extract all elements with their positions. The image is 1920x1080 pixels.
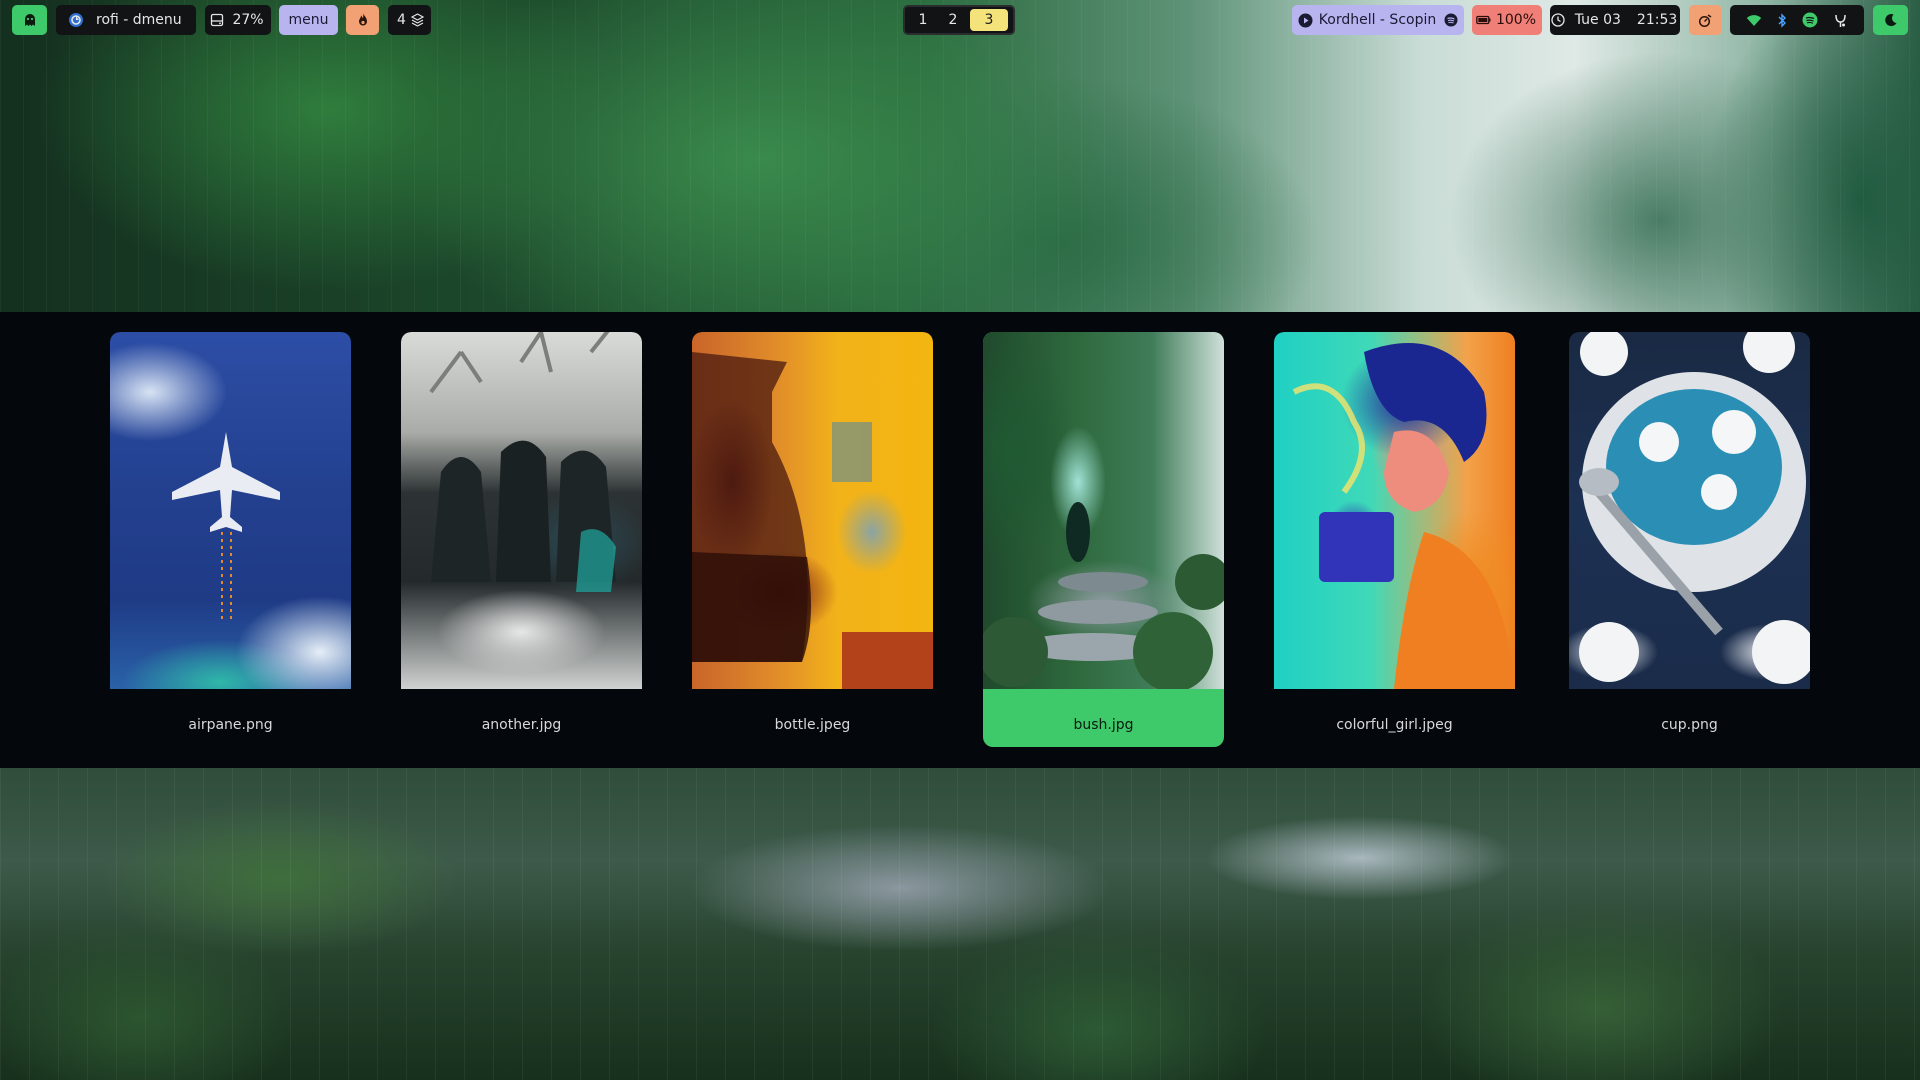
spotify-icon — [1444, 13, 1458, 27]
wallpaper-bottom — [0, 768, 1920, 1080]
pomodoro-button[interactable] — [346, 5, 379, 35]
workspace-3[interactable]: 3 — [970, 9, 1008, 31]
flame-icon — [356, 12, 370, 28]
wallpaper-filename: airpane.png — [188, 717, 273, 733]
desktop: rofi - dmenu 27% menu 4 1 2 3 Kordhell -… — [0, 0, 1920, 1080]
wallpaper-filename: bush.jpg — [1073, 717, 1134, 733]
disk-usage: 27% — [232, 12, 264, 28]
workspace-1[interactable]: 1 — [910, 9, 936, 31]
battery-level: 100% — [1495, 12, 1537, 28]
window-title: rofi - dmenu — [96, 12, 182, 28]
wifi-icon[interactable] — [1746, 14, 1762, 27]
date-text: Tue 03 — [1574, 12, 1621, 28]
battery-module[interactable]: 100% — [1472, 5, 1542, 35]
clock-module[interactable]: Tue 03 21:53 — [1550, 5, 1680, 35]
rofi-wallpaper-picker: airpane.png another.jpg bottle.jpeg bush… — [0, 312, 1920, 768]
bluetooth-icon[interactable] — [1777, 12, 1787, 28]
wallpaper-item[interactable]: bottle.jpeg — [692, 332, 933, 747]
layers-count: 4 — [397, 12, 406, 28]
app-icon — [68, 12, 84, 28]
wallpaper-thumbnail — [983, 332, 1224, 689]
wallpaper-item[interactable]: cup.png — [1569, 332, 1810, 747]
wallpaper-filename: another.jpg — [481, 717, 562, 733]
layers-icon — [410, 13, 424, 27]
disk-icon — [210, 13, 224, 27]
launcher-button[interactable] — [12, 5, 47, 35]
menu-label: menu — [288, 12, 329, 28]
workspace-2[interactable]: 2 — [940, 9, 966, 31]
menu-button[interactable]: menu — [279, 5, 338, 35]
night-mode-button[interactable] — [1873, 5, 1908, 35]
wallpaper-item[interactable]: another.jpg — [401, 332, 642, 747]
play-icon[interactable] — [1298, 13, 1313, 28]
wallpaper-item[interactable]: colorful_girl.jpeg — [1274, 332, 1515, 747]
wallpaper-filename: colorful_girl.jpeg — [1336, 717, 1453, 733]
window-title-module[interactable]: rofi - dmenu — [56, 5, 196, 35]
ghost-icon — [22, 12, 38, 28]
wallpaper-thumbnail — [692, 332, 933, 689]
wallpaper-filename: cup.png — [1661, 717, 1718, 733]
wallpaper-thumbnail — [401, 332, 642, 689]
wallpaper-item-selected[interactable]: bush.jpg — [983, 332, 1224, 747]
timer-icon — [1698, 13, 1713, 28]
wallpaper-thumbnail — [1274, 332, 1515, 689]
app-tray-icon[interactable] — [1833, 13, 1848, 28]
layers-module[interactable]: 4 — [388, 5, 431, 35]
status-bar: rofi - dmenu 27% menu 4 1 2 3 Kordhell -… — [0, 0, 1920, 40]
spotify-tray-icon[interactable] — [1802, 12, 1818, 28]
wallpaper-filename: bottle.jpeg — [774, 717, 851, 733]
moon-icon — [1884, 13, 1898, 27]
media-module[interactable]: Kordhell - Scopin — [1292, 5, 1464, 35]
wallpaper-top — [0, 0, 1920, 312]
wallpaper-item[interactable]: airpane.png — [110, 332, 351, 747]
workspace-switcher: 1 2 3 — [903, 5, 1015, 35]
media-title: Kordhell - Scopin — [1318, 12, 1437, 28]
disk-module[interactable]: 27% — [205, 5, 271, 35]
battery-icon — [1476, 15, 1491, 25]
system-tray — [1730, 5, 1864, 35]
wallpaper-thumbnail — [1569, 332, 1810, 689]
clock-icon — [1551, 13, 1565, 27]
wallpaper-thumbnail — [110, 332, 351, 689]
timer-button[interactable] — [1689, 5, 1722, 35]
time-text: 21:53 — [1636, 12, 1678, 28]
